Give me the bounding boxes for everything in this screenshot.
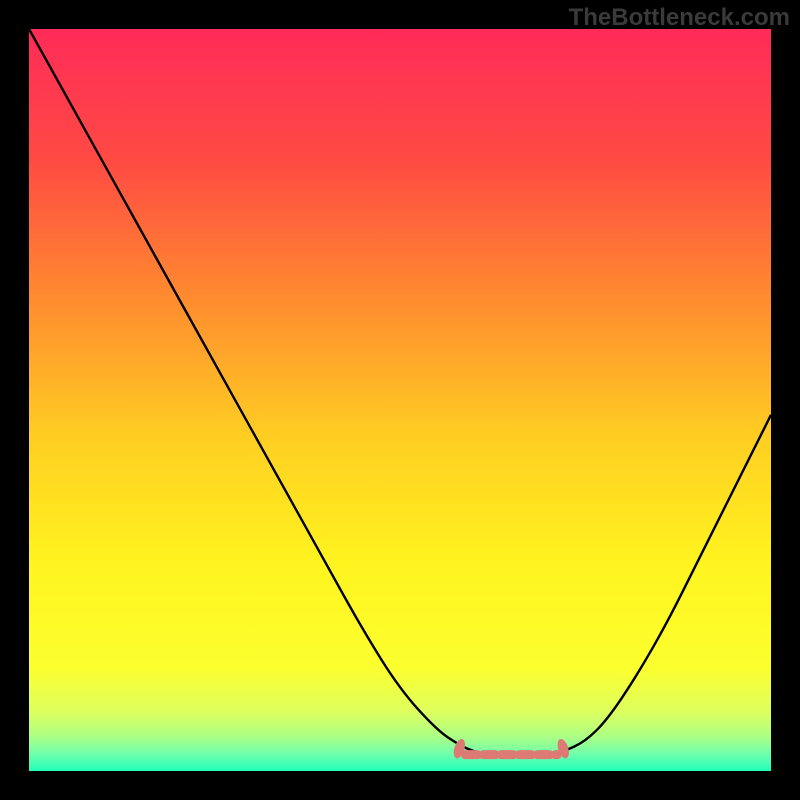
chart-svg: [29, 29, 771, 771]
gradient-background: [29, 29, 771, 771]
chart-container: TheBottleneck.com: [0, 0, 800, 800]
watermark-text: TheBottleneck.com: [569, 4, 790, 32]
plot-area: [29, 29, 771, 771]
